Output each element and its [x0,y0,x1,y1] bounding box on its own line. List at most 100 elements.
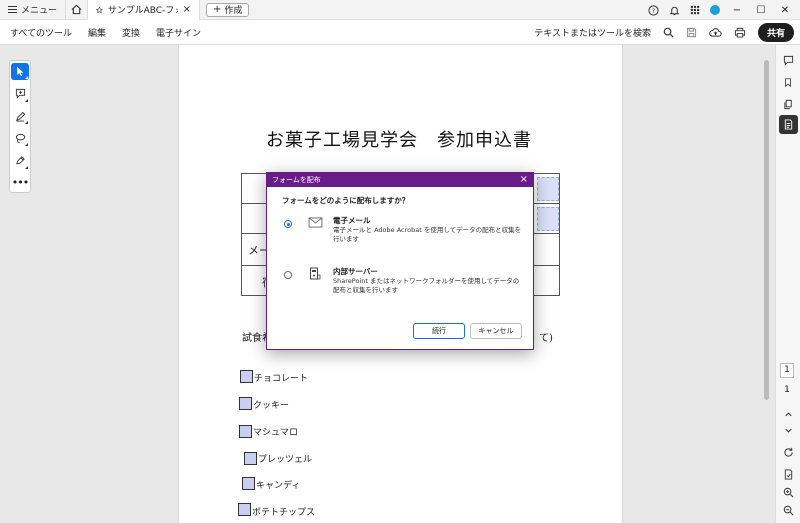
cloud-upload-icon[interactable] [709,27,722,38]
page-number-input[interactable]: 1 [780,363,794,378]
pages-icon [783,99,792,109]
plus-icon: + [213,3,222,15]
option-email-title: 電子メール [333,216,371,225]
chevron-up-icon [784,411,792,416]
mail-icon [308,217,323,228]
dialog-question: フォームをどのように配布しますか？ [282,196,410,205]
cancel-button[interactable]: キャンセル [470,323,522,339]
distribute-form-dialog: フォームを配布 × フォームをどのように配布しますか？ 電子メール 電子メールと… [266,172,534,350]
minimize-icon[interactable]: − [730,5,744,16]
tab-title: サンプルABC-フォーム... [107,6,178,16]
more-tools[interactable]: ••• [11,175,29,192]
share-button[interactable]: 共有 [757,23,794,42]
zoom-in-button[interactable] [781,485,795,499]
bookmark-icon [785,77,791,87]
top-toolbar: すべてのツール 編集 変換 電子サイン テキストまたはツールを検索 共有 [0,20,800,45]
form-field[interactable] [537,177,559,201]
stamp-tool[interactable] [11,152,29,169]
checkbox-chocolate[interactable] [240,370,253,383]
page-count: 1 [784,385,790,395]
help-icon[interactable]: ? [648,4,659,16]
refresh-icon [783,447,793,457]
menu-label: メニュー [21,6,58,16]
form-field[interactable] [537,207,559,231]
toolbar-esign[interactable]: 電子サイン [156,26,201,39]
pages-panel-button[interactable] [781,97,795,111]
option-email-desc: 電子メールと Adobe Acrobat を使用してデータの配布と収集を行います [333,226,522,243]
save-document-icon [784,468,792,480]
pen-icon [15,111,25,122]
comments-panel-button[interactable] [781,53,795,67]
vertical-scrollbar[interactable] [764,60,769,400]
checkbox-label: キャンディ [256,481,301,491]
radio-email[interactable] [284,220,292,228]
zoom-out-icon [783,505,793,515]
left-tools-panel: ••• [9,60,31,193]
chevron-down-icon [784,428,792,433]
checkbox-label: プレッツェル [258,455,313,465]
svg-text:?: ? [652,6,655,14]
close-tab-icon[interactable]: × [183,4,191,15]
dialog-close-icon[interactable]: × [520,175,528,185]
checkbox-label: チョコレート [254,374,309,384]
hamburger-icon [8,6,17,13]
refresh-button[interactable] [781,445,795,459]
form-document-icon [784,119,793,130]
checkbox-potato-chips[interactable] [238,503,251,516]
lasso-icon [15,134,25,144]
select-tool[interactable] [11,63,29,81]
home-icon [71,4,82,15]
save-icon[interactable] [686,27,697,38]
form-panel-button[interactable] [779,115,798,134]
home-button[interactable] [66,0,89,20]
checkbox-label: クッキー [253,401,290,411]
checkbox-cookie[interactable] [239,397,252,410]
toolbar-convert[interactable]: 変換 [122,26,140,39]
more-icon: ••• [11,176,29,190]
print-icon[interactable] [734,27,746,38]
document-title: お菓子工場見学会 参加申込書 [266,130,532,151]
maximize-icon[interactable]: ☐ [754,5,768,16]
stamp-pen-icon [15,156,25,165]
bookmarks-panel-button[interactable] [781,75,795,89]
server-icon [310,267,321,280]
apps-grid-icon[interactable] [690,5,700,15]
cursor-icon [17,67,24,77]
create-button[interactable]: + 作成 [206,2,250,17]
star-icon[interactable] [96,5,103,15]
checkbox-label: マシュマロ [253,428,299,438]
search-icon[interactable] [663,27,674,38]
dialog-title: フォームを配布 [272,176,321,184]
continue-button[interactable]: 続行 [413,323,465,339]
option-server-desc: SharePoint またはネットワークフォルダーを使用してデータの配布と収集を… [333,277,520,294]
avatar[interactable] [710,5,720,15]
save-copy-button[interactable] [781,467,795,481]
search-label[interactable]: テキストまたはツールを検索 [534,26,651,39]
bell-icon[interactable] [669,5,680,16]
create-label: 作成 [224,6,243,16]
comments-icon [783,55,793,66]
toolbar-all-tools[interactable]: すべてのツール [10,26,72,39]
toolbar-edit[interactable]: 編集 [88,26,106,39]
zoom-in-icon [783,487,793,497]
close-window-icon[interactable]: ✕ [778,5,792,16]
tab-bar: メニュー サンプルABC-フォーム... × + 作成 ? − ☐ ✕ [0,0,800,20]
comment-tool[interactable] [11,85,29,102]
scroll-down-button[interactable] [781,423,795,437]
radio-internal-server[interactable] [284,271,292,279]
tasting-note-end: て) [539,333,553,344]
scroll-up-button[interactable] [781,407,795,421]
checkbox-label: ポテトチップス [252,508,316,518]
zoom-out-button[interactable] [781,503,795,517]
comment-plus-icon [15,89,25,100]
checkbox-pretzel[interactable] [244,452,257,465]
draw-tool[interactable] [11,108,29,125]
menu-button[interactable]: メニュー [0,0,67,20]
checkbox-candy[interactable] [242,477,255,490]
dialog-header: フォームを配布 × [267,173,533,187]
lasso-tool[interactable] [11,130,29,147]
option-server-title: 内部サーバー [333,267,378,276]
checkbox-marshmallow[interactable] [239,425,252,438]
right-sidebar [775,45,800,523]
tab-document[interactable]: サンプルABC-フォーム... × [88,0,201,20]
